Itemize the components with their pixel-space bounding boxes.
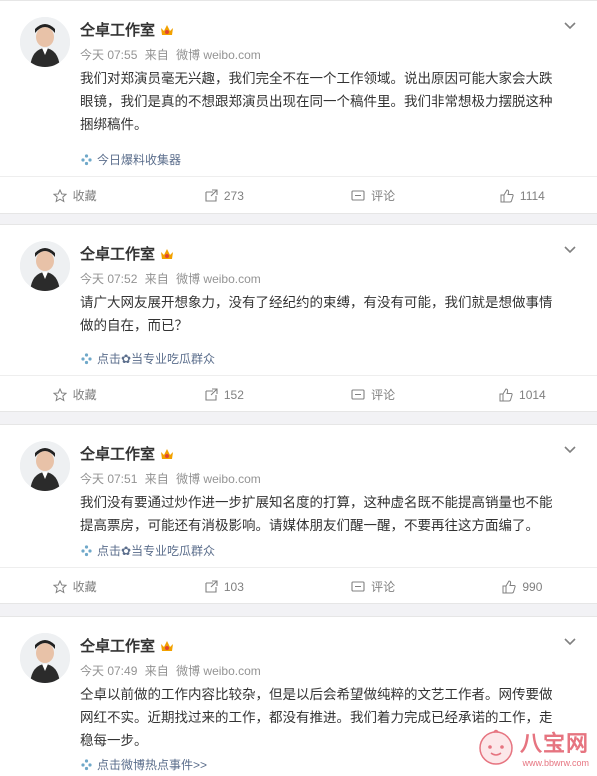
author-name[interactable]: 仝卓工作室 bbox=[80, 443, 175, 464]
like-icon bbox=[502, 579, 516, 593]
action-bar: 收藏 273 评论 1114 bbox=[0, 176, 597, 214]
collect-label: 收藏 bbox=[72, 189, 97, 203]
collect-button[interactable]: 收藏 bbox=[0, 376, 149, 413]
avatar[interactable] bbox=[20, 241, 70, 291]
site-watermark: 八宝网 www.bbwrw.com bbox=[476, 726, 589, 768]
repost-button[interactable]: 152 bbox=[149, 376, 298, 413]
topic-dot-icon bbox=[80, 352, 93, 365]
post-source[interactable]: 微博 weibo.com bbox=[176, 472, 261, 486]
chevron-down-icon[interactable] bbox=[561, 17, 579, 35]
chevron-down-icon[interactable] bbox=[561, 241, 579, 259]
action-bar: 收藏 152 评论 1014 bbox=[0, 375, 597, 413]
post-source-prefix: 来自 bbox=[144, 272, 169, 286]
comment-label: 评论 bbox=[371, 189, 396, 203]
post-source[interactable]: 微博 weibo.com bbox=[176, 272, 261, 286]
post-time[interactable]: 今天 07:49 bbox=[80, 664, 137, 678]
collect-button[interactable]: 收藏 bbox=[0, 177, 149, 214]
chevron-down-icon[interactable] bbox=[561, 441, 579, 459]
post-text: 我们对郑演员毫无兴趣，我们完全不在一个工作领域。说出原因可能大家会大跌眼镜，我们… bbox=[80, 71, 553, 132]
topic-link[interactable]: 点击✿当专业吃瓜群众 bbox=[80, 542, 215, 559]
post-text: 我们没有要通过炒作进一步扩展知名度的打算，这种虚名既不能提高销量也不能提高票房，… bbox=[80, 495, 553, 533]
topic-dot-icon bbox=[80, 544, 93, 557]
star-icon bbox=[52, 387, 67, 402]
watermark-text: 八宝网 bbox=[519, 731, 589, 756]
vip-badge-icon bbox=[159, 22, 175, 38]
author-name[interactable]: 仝卓工作室 bbox=[80, 19, 175, 40]
topic-link[interactable]: 点击✿当专业吃瓜群众 bbox=[80, 350, 215, 367]
topic-link[interactable]: 点击微博热点事件>> bbox=[80, 756, 207, 773]
weibo-post: 仝卓工作室 今天 07:55 来自 微博 weibo.com 我们对郑演员毫无兴… bbox=[0, 0, 597, 214]
comment-icon bbox=[351, 388, 365, 400]
repost-count: 273 bbox=[223, 188, 244, 203]
repost-icon bbox=[205, 387, 218, 401]
baby-logo-icon bbox=[479, 729, 513, 765]
like-button[interactable]: 1014 bbox=[448, 376, 597, 413]
watermark-url: www.bbwrw.com bbox=[522, 758, 589, 768]
post-source[interactable]: 微博 weibo.com bbox=[176, 664, 261, 678]
comment-label: 评论 bbox=[371, 580, 396, 594]
post-text: 请广大网友展开想象力，没有了经纪约的束缚，有没有可能，我们就是想做事情做的自在，… bbox=[80, 295, 553, 333]
star-icon bbox=[52, 579, 67, 594]
post-meta: 今天 07:55 来自 微博 weibo.com bbox=[80, 46, 265, 63]
vip-badge-icon bbox=[159, 446, 175, 462]
post-meta: 今天 07:51 来自 微博 weibo.com bbox=[80, 470, 265, 487]
author-name[interactable]: 仝卓工作室 bbox=[80, 635, 175, 656]
topic-link[interactable]: 今日爆料收集器 bbox=[80, 151, 181, 168]
repost-button[interactable]: 273 bbox=[149, 177, 298, 214]
post-time[interactable]: 今天 07:51 bbox=[80, 472, 137, 486]
repost-count: 103 bbox=[223, 579, 244, 594]
post-time[interactable]: 今天 07:55 bbox=[80, 48, 137, 62]
like-count: 990 bbox=[522, 579, 543, 594]
comment-label: 评论 bbox=[371, 388, 396, 402]
collect-button[interactable]: 收藏 bbox=[0, 568, 149, 605]
comment-icon bbox=[351, 189, 365, 201]
like-button[interactable]: 1114 bbox=[448, 177, 597, 214]
like-count: 1014 bbox=[519, 387, 546, 402]
post-meta: 今天 07:49 来自 微博 weibo.com bbox=[80, 662, 265, 679]
comment-button[interactable]: 评论 bbox=[299, 177, 448, 214]
post-source[interactable]: 微博 weibo.com bbox=[176, 48, 261, 62]
topic-label[interactable]: 点击微博热点事件>> bbox=[97, 756, 207, 773]
action-bar: 收藏 103 评论 990 bbox=[0, 567, 597, 605]
topic-label[interactable]: 今日爆料收集器 bbox=[97, 151, 181, 168]
avatar[interactable] bbox=[20, 17, 70, 67]
post-source-prefix: 来自 bbox=[144, 664, 169, 678]
comment-icon bbox=[351, 580, 365, 592]
avatar[interactable] bbox=[20, 633, 70, 683]
avatar[interactable] bbox=[20, 441, 70, 491]
topic-label[interactable]: 点击✿当专业吃瓜群众 bbox=[97, 350, 215, 367]
repost-icon bbox=[205, 579, 218, 593]
like-icon bbox=[500, 188, 514, 202]
weibo-post: 仝卓工作室 今天 07:52 来自 微博 weibo.com 请广大网友展开想象… bbox=[0, 224, 597, 412]
repost-button[interactable]: 103 bbox=[149, 568, 298, 605]
comment-button[interactable]: 评论 bbox=[299, 568, 448, 605]
comment-button[interactable]: 评论 bbox=[299, 376, 448, 413]
post-meta: 今天 07:52 来自 微博 weibo.com bbox=[80, 270, 265, 287]
collect-label: 收藏 bbox=[72, 580, 97, 594]
vip-badge-icon bbox=[159, 638, 175, 654]
topic-dot-icon bbox=[80, 153, 93, 166]
vip-badge-icon bbox=[159, 246, 175, 262]
repost-icon bbox=[205, 188, 218, 202]
topic-dot-icon bbox=[80, 758, 93, 771]
collect-label: 收藏 bbox=[72, 388, 97, 402]
star-icon bbox=[52, 188, 67, 203]
post-source-prefix: 来自 bbox=[144, 472, 169, 486]
post-time[interactable]: 今天 07:52 bbox=[80, 272, 137, 286]
post-source-prefix: 来自 bbox=[144, 48, 169, 62]
chevron-down-icon[interactable] bbox=[561, 633, 579, 651]
weibo-post: 仝卓工作室 今天 07:51 来自 微博 weibo.com 我们没有要通过炒作… bbox=[0, 424, 597, 604]
repost-count: 152 bbox=[223, 387, 244, 402]
like-button[interactable]: 990 bbox=[448, 568, 597, 605]
like-count: 1114 bbox=[519, 188, 545, 203]
like-icon bbox=[499, 387, 513, 401]
topic-label[interactable]: 点击✿当专业吃瓜群众 bbox=[97, 542, 215, 559]
author-name[interactable]: 仝卓工作室 bbox=[80, 243, 175, 264]
